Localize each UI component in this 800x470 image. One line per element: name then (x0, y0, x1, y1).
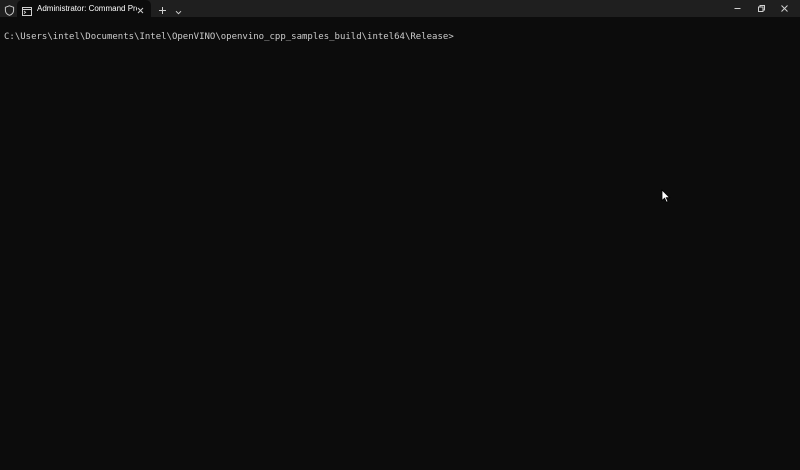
shield-icon (4, 3, 15, 16)
terminal-output[interactable]: C:\Users\intel\Documents\Intel\OpenVINO\… (0, 17, 800, 470)
chevron-down-icon[interactable] (174, 4, 183, 15)
plus-icon[interactable] (157, 3, 168, 14)
close-window-button[interactable] (769, 0, 799, 17)
title-bar[interactable]: Administrator: Command Prompt (0, 0, 800, 17)
close-icon[interactable] (135, 3, 146, 14)
command-prompt-line: C:\Users\intel\Documents\Intel\OpenVINO\… (4, 32, 454, 42)
minimize-icon (734, 8, 741, 9)
tab-title: Administrator: Command Prompt (37, 4, 137, 13)
tab-command-prompt[interactable]: Administrator: Command Prompt (17, 0, 151, 17)
terminal-icon (22, 3, 32, 16)
close-icon (781, 5, 788, 12)
mouse-pointer-icon (661, 189, 671, 204)
restore-icon (758, 5, 765, 12)
terminal-window: Administrator: Command Prompt (0, 0, 800, 470)
